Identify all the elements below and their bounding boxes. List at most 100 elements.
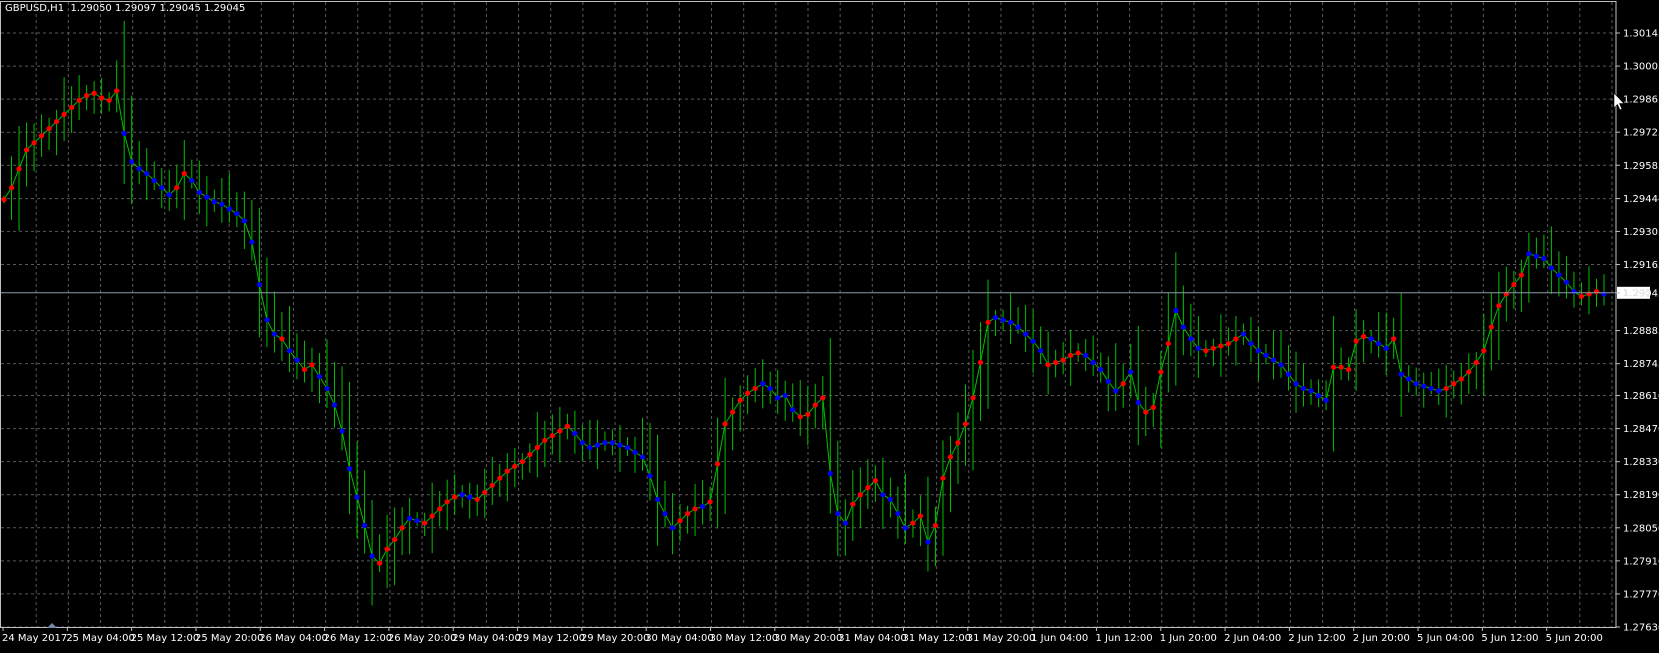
down-signal-marker — [1421, 383, 1427, 389]
down-signal-marker — [1007, 319, 1014, 325]
down-signal-marker — [1022, 331, 1029, 337]
up-signal-marker — [1330, 364, 1337, 370]
up-signal-marker — [1158, 369, 1164, 375]
down-signal-marker — [361, 522, 368, 529]
up-signal-marker — [452, 494, 458, 500]
down-signal-marker — [617, 442, 623, 448]
up-signal-marker — [1593, 289, 1600, 295]
up-signal-marker — [527, 451, 533, 458]
up-signal-marker — [399, 525, 405, 531]
time-label: 30 May 04:00 — [645, 633, 714, 644]
up-signal-marker — [519, 459, 525, 465]
up-signal-marker — [1511, 281, 1517, 288]
down-signal-marker — [609, 440, 616, 446]
up-signal-marker — [53, 118, 60, 125]
down-signal-marker — [775, 395, 781, 401]
down-signal-marker — [256, 281, 262, 288]
down-signal-marker — [1000, 317, 1006, 323]
axes: 1.30145 1.30005 1.29865 1.29725 1.29585 1.294… — [0, 1, 1659, 644]
down-signal-marker — [1428, 385, 1434, 392]
down-signal-marker — [602, 440, 608, 446]
down-signal-marker — [790, 407, 796, 413]
up-signal-marker — [812, 402, 818, 408]
up-signal-marker — [1150, 404, 1156, 410]
up-signal-marker — [977, 359, 984, 366]
time-label: 1 Jun 20:00 — [1160, 633, 1217, 644]
down-signal-marker — [1436, 388, 1442, 394]
down-signal-marker — [339, 428, 345, 434]
down-signal-marker — [782, 392, 788, 399]
down-signal-marker — [129, 159, 135, 165]
up-signal-marker — [279, 336, 285, 342]
time-label: 5 Jun 12:00 — [1481, 633, 1538, 644]
price-label: 1.28050 — [1623, 523, 1659, 534]
down-signal-marker — [835, 511, 841, 517]
time-label: 2 Jun 12:00 — [1288, 633, 1345, 644]
up-signal-marker — [376, 560, 383, 566]
down-signal-marker — [1188, 336, 1194, 342]
down-signal-marker — [1270, 357, 1277, 363]
up-signal-marker — [497, 475, 503, 481]
up-signal-marker — [1225, 340, 1232, 347]
up-signal-marker — [857, 492, 863, 498]
down-signal-marker — [331, 402, 338, 408]
up-signal-marker — [1338, 364, 1344, 370]
up-signal-marker — [730, 409, 736, 415]
up-signal-marker — [429, 513, 435, 519]
up-signal-marker — [1451, 381, 1457, 387]
price-label: 1.28745 — [1623, 359, 1659, 370]
price-label: 1.28885 — [1623, 326, 1659, 337]
down-signal-marker — [1083, 352, 1089, 358]
down-signal-marker — [1383, 345, 1389, 351]
up-signal-marker — [1503, 291, 1509, 297]
up-signal-marker — [955, 440, 961, 446]
up-signal-marker — [932, 522, 939, 529]
down-signal-marker — [136, 166, 142, 172]
up-signal-marker — [985, 319, 991, 325]
up-signal-marker — [677, 518, 683, 524]
down-signal-marker — [624, 444, 631, 451]
down-signal-marker — [144, 170, 150, 177]
down-signal-marker — [189, 178, 195, 184]
up-signal-marker — [114, 88, 120, 94]
down-signal-marker — [1526, 251, 1532, 257]
down-signal-marker — [1173, 307, 1179, 314]
up-signal-marker — [850, 501, 856, 507]
down-signal-marker — [572, 430, 578, 436]
up-signal-marker — [1443, 385, 1449, 392]
down-signal-marker — [264, 317, 270, 323]
up-signal-marker — [557, 428, 563, 434]
price-chart[interactable]: 1.29045 1.30145 1.30005 1.29865 1.29725 1.29… — [0, 0, 1659, 653]
down-signal-marker — [1308, 388, 1314, 394]
down-signal-marker — [1315, 392, 1322, 399]
price-label: 1.27630 — [1623, 623, 1659, 634]
up-signal-marker — [805, 411, 811, 418]
down-signal-marker — [1030, 338, 1036, 344]
down-signal-marker — [1113, 388, 1119, 394]
up-signal-marker — [1518, 272, 1524, 278]
down-signal-marker — [1293, 381, 1299, 387]
up-signal-marker — [1586, 291, 1592, 297]
down-signal-marker — [647, 473, 653, 479]
up-signal-marker — [181, 170, 187, 177]
time-label: 31 May 04:00 — [838, 633, 907, 644]
price-label: 1.29045 — [1623, 288, 1659, 299]
price-label: 1.28470 — [1623, 424, 1659, 435]
price-label: 1.30145 — [1623, 29, 1659, 40]
down-signal-marker — [407, 515, 413, 521]
down-signal-marker — [1323, 397, 1329, 403]
down-signal-marker — [234, 211, 240, 217]
up-signal-marker — [1488, 324, 1494, 330]
down-signal-marker — [1413, 381, 1419, 387]
up-signal-marker — [1203, 348, 1209, 354]
up-signal-marker — [865, 485, 871, 491]
down-signal-marker — [414, 518, 420, 524]
up-signal-marker — [692, 506, 698, 512]
down-signal-marker — [271, 331, 278, 337]
up-signal-marker — [392, 537, 398, 543]
time-label: 29 May 20:00 — [581, 633, 650, 644]
up-signal-marker — [917, 513, 924, 519]
period-marker-icon — [47, 623, 57, 628]
down-signal-marker — [579, 440, 586, 446]
up-signal-marker — [31, 140, 37, 146]
